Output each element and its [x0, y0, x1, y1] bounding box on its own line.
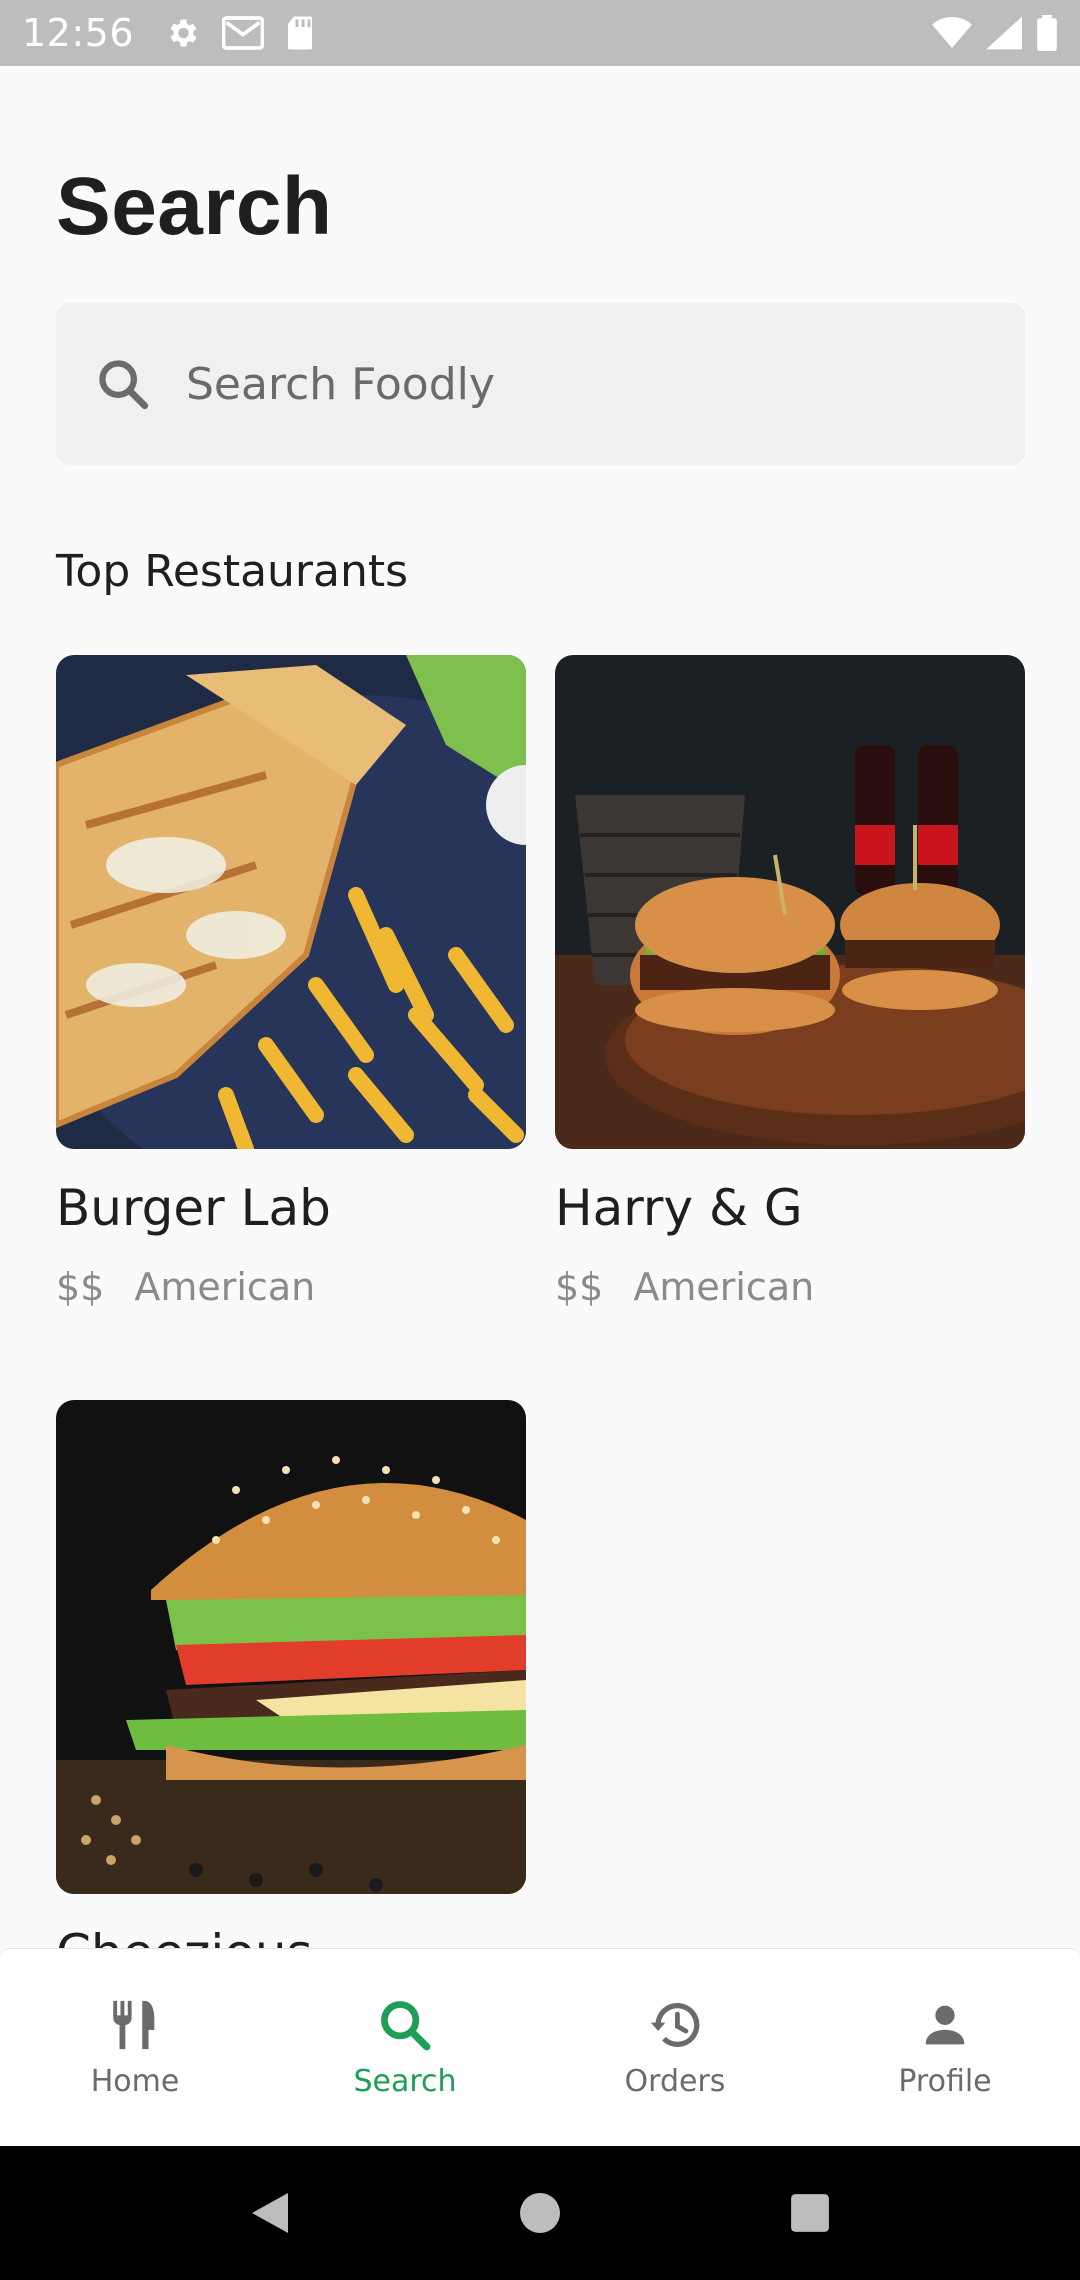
- search-input[interactable]: [186, 358, 966, 410]
- restaurant-card[interactable]: Harry & G $$ American: [555, 655, 1025, 1309]
- restaurant-name: Harry & G: [555, 1179, 803, 1237]
- search-box[interactable]: [56, 303, 1025, 465]
- back-button[interactable]: [240, 2183, 300, 2243]
- person-icon: [925, 2005, 965, 2045]
- recents-button[interactable]: [780, 2183, 840, 2243]
- signal-icon: [986, 16, 1022, 50]
- restaurant-image: [56, 1400, 526, 1894]
- search-icon: [99, 360, 149, 410]
- wifi-icon: [932, 17, 972, 48]
- restaurant-card[interactable]: Burger Lab $$ American: [56, 655, 526, 1309]
- status-time: 12:56: [22, 11, 135, 55]
- nav-label-home: Home: [90, 2064, 180, 2099]
- battery-icon: [1037, 15, 1057, 51]
- section-title: Top Restaurants: [56, 546, 409, 597]
- gmail-icon: [222, 16, 265, 50]
- status-bar: 12:56: [0, 0, 1080, 66]
- nav-label-search: Search: [353, 2064, 457, 2099]
- gear-icon: [170, 19, 197, 47]
- nav-item-home[interactable]: Home: [0, 1949, 270, 2146]
- restaurant-meta: $$ American: [555, 1265, 1025, 1309]
- bottom-nav: Home Search Orders Profile: [0, 1948, 1080, 2146]
- cuisine: American: [633, 1265, 815, 1309]
- home-circle-icon: [520, 2193, 560, 2233]
- back-triangle-icon: [252, 2193, 288, 2233]
- recents-square-icon: [791, 2194, 829, 2232]
- sd-card-icon: [288, 16, 313, 50]
- search-icon: [381, 2001, 431, 2051]
- nav-label-orders: Orders: [624, 2064, 726, 2099]
- cuisine: American: [134, 1265, 316, 1309]
- restaurant-image: [555, 655, 1025, 1149]
- system-nav-bar: [0, 2146, 1080, 2280]
- restaurant-image: [56, 655, 526, 1149]
- home-button[interactable]: [510, 2183, 570, 2243]
- page-title: Search: [56, 161, 333, 252]
- restaurant-name: Burger Lab: [56, 1179, 331, 1237]
- price-level: $$: [56, 1265, 105, 1309]
- restaurant-card[interactable]: Cheezious: [56, 1400, 526, 1982]
- price-level: $$: [555, 1265, 604, 1309]
- nav-item-search[interactable]: Search: [270, 1949, 540, 2146]
- nav-label-profile: Profile: [898, 2064, 992, 2099]
- history-icon: [650, 2003, 700, 2047]
- nav-item-profile[interactable]: Profile: [810, 1949, 1080, 2146]
- restaurant-meta: $$ American: [56, 1265, 526, 1309]
- fork-knife-icon: [113, 2000, 155, 2050]
- nav-item-orders[interactable]: Orders: [540, 1949, 810, 2146]
